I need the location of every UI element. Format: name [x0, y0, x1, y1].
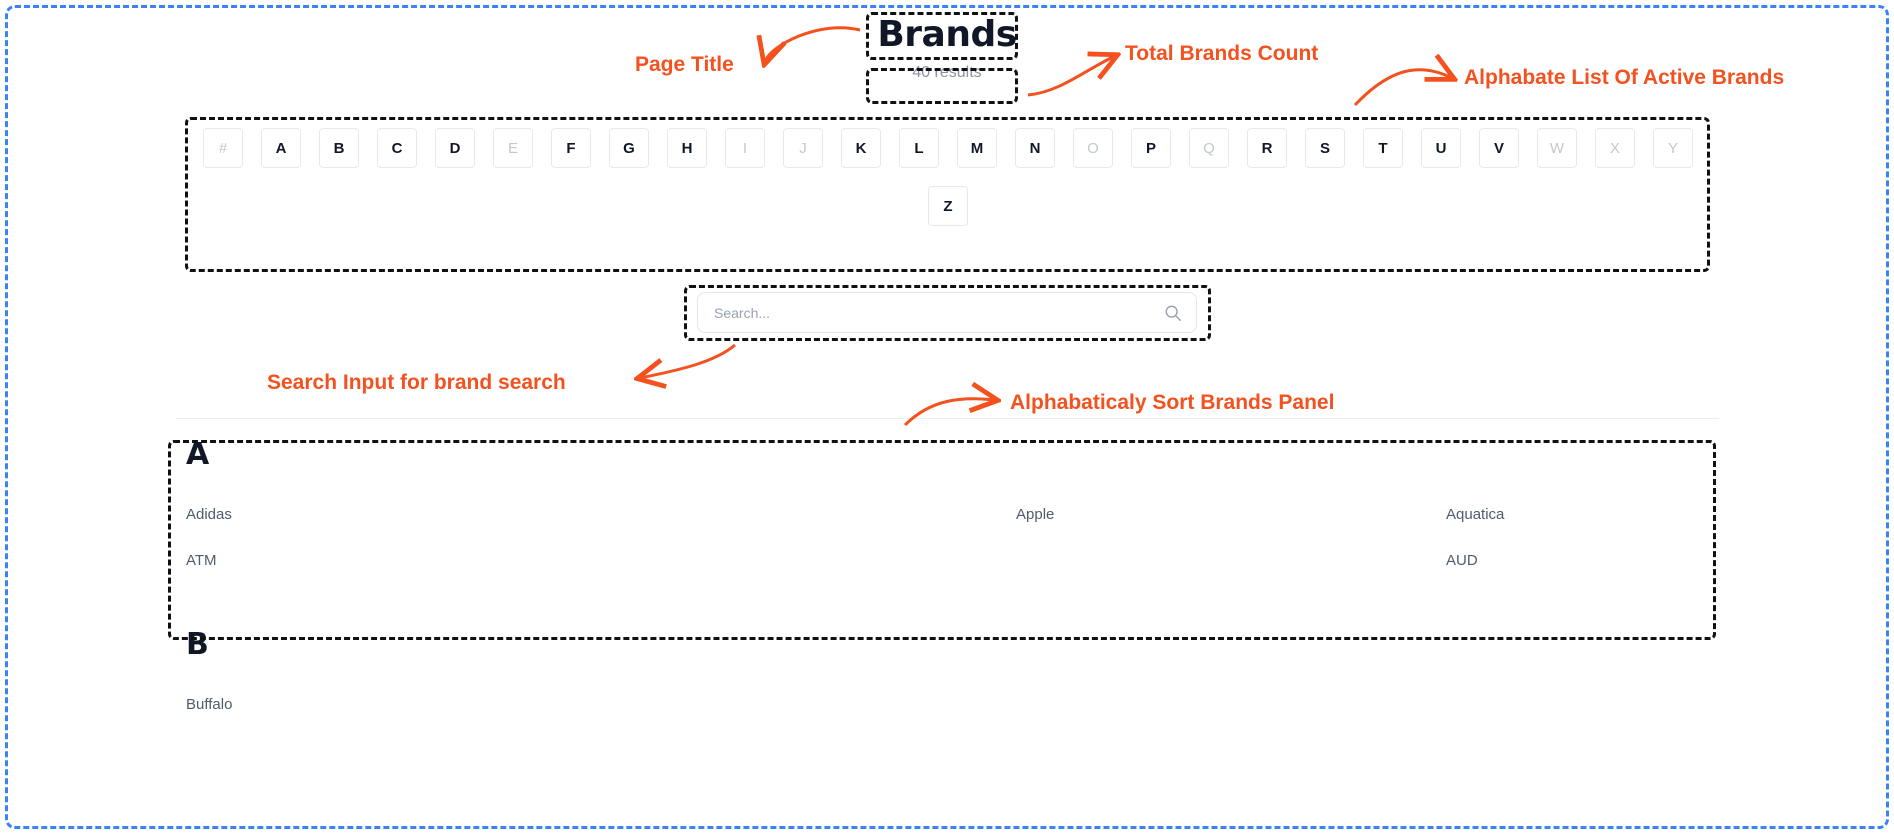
- alphabet-letter-p[interactable]: P: [1131, 128, 1171, 168]
- brand-item[interactable]: ATM: [186, 552, 696, 570]
- search-icon[interactable]: [1164, 304, 1182, 322]
- alphabet-letter-w: W: [1537, 128, 1577, 168]
- brand-groups: A Adidas Apple Aquatica ATM AUD B Buffalo: [186, 440, 1716, 774]
- brand-group-b: B Buffalo: [186, 630, 1716, 714]
- alphabet-letter-r[interactable]: R: [1247, 128, 1287, 168]
- alphabet-letter-hash: #: [203, 128, 243, 168]
- group-letter-heading: A: [186, 437, 210, 472]
- alphabet-letter-j: J: [783, 128, 823, 168]
- search-box[interactable]: [697, 292, 1197, 333]
- alphabet-letter-q: Q: [1189, 128, 1229, 168]
- alphabet-letter-n[interactable]: N: [1015, 128, 1055, 168]
- list-divider: [176, 418, 1719, 419]
- alphabet-letter-d[interactable]: D: [435, 128, 475, 168]
- page-header: Brands 40 results: [0, 14, 1894, 83]
- alphabet-letter-k[interactable]: K: [841, 128, 881, 168]
- alphabet-letter-c[interactable]: C: [377, 128, 417, 168]
- alphabet-letter-l[interactable]: L: [899, 128, 939, 168]
- brand-item-empty: [1206, 696, 1716, 714]
- alphabet-letter-f[interactable]: F: [551, 128, 591, 168]
- alphabet-letter-e: E: [493, 128, 533, 168]
- alphabet-letter-v[interactable]: V: [1479, 128, 1519, 168]
- search-input[interactable]: [698, 293, 1196, 332]
- alphabet-letter-u[interactable]: U: [1421, 128, 1461, 168]
- group-letter-heading: B: [186, 627, 209, 662]
- alphabet-letter-row: # A B C D E F G H I J K L M N O P Q R S T U V W X Y Z: [190, 128, 1706, 226]
- alphabet-letter-m[interactable]: M: [957, 128, 997, 168]
- page-title: Brands: [877, 14, 1017, 55]
- alphabet-letter-g[interactable]: G: [609, 128, 649, 168]
- alphabet-letter-y: Y: [1653, 128, 1693, 168]
- brand-item[interactable]: AUD: [1206, 552, 1716, 570]
- alphabet-letter-z[interactable]: Z: [928, 186, 968, 226]
- alphabet-letter-b[interactable]: B: [319, 128, 359, 168]
- alphabet-letter-i: I: [725, 128, 765, 168]
- total-brands-count: 40 results: [912, 64, 982, 82]
- brand-group-a: A Adidas Apple Aquatica ATM AUD: [186, 440, 1716, 570]
- brand-item[interactable]: Adidas: [186, 506, 696, 524]
- alphabet-letter-h[interactable]: H: [667, 128, 707, 168]
- alphabet-letter-t[interactable]: T: [1363, 128, 1403, 168]
- alphabet-letter-x: X: [1595, 128, 1635, 168]
- brand-item-empty: [696, 696, 1206, 714]
- brand-grid: Buffalo: [186, 696, 1716, 714]
- brand-search: [697, 292, 1197, 333]
- brand-item[interactable]: Apple: [696, 506, 1206, 524]
- alphabet-index: # A B C D E F G H I J K L M N O P Q R S T U V W X Y Z: [190, 128, 1706, 226]
- alphabet-letter-a[interactable]: A: [261, 128, 301, 168]
- brands-page: Brands 40 results # A B C D E F G H I J K L M N O P Q R S T U…: [0, 0, 1894, 834]
- alphabet-letter-o: O: [1073, 128, 1113, 168]
- brand-item[interactable]: Aquatica: [1206, 506, 1716, 524]
- alphabet-letter-s[interactable]: S: [1305, 128, 1345, 168]
- brand-grid: Adidas Apple Aquatica ATM AUD: [186, 506, 1716, 570]
- brand-item[interactable]: Buffalo: [186, 696, 696, 714]
- brand-item-empty: [696, 552, 1206, 570]
